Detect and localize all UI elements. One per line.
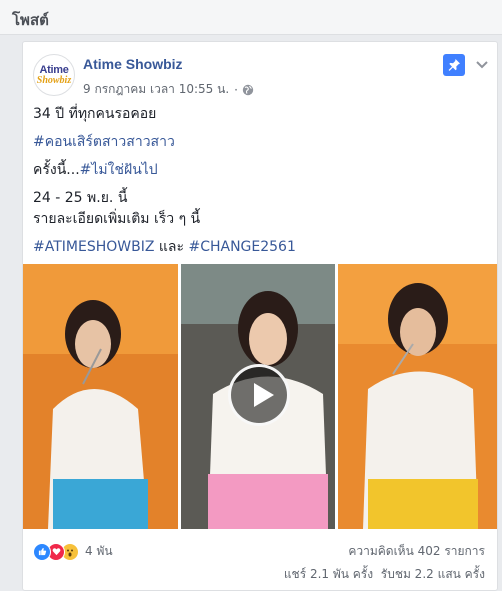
posts-section-header: โพสต์ <box>0 0 502 35</box>
post-line-5: รายละเอียดเพิ่มเติม เร็ว ๆ นี้ <box>33 211 201 227</box>
reactions-summary[interactable]: 4 พัน <box>33 542 113 561</box>
post-line-4: 24 - 25 พ.ย. นี้ <box>33 190 128 206</box>
post-meta: 9 กรกฎาคม เวลา 10:55 น. · <box>83 80 254 99</box>
video-player[interactable] <box>23 264 497 529</box>
post-card: Atime Showbiz Atime Showbiz 9 กรกฎาคม เว… <box>22 41 498 591</box>
reactions-count[interactable]: 4 พัน <box>85 542 113 561</box>
page-name-link[interactable]: Atime Showbiz <box>83 56 183 72</box>
post-and-word: และ <box>154 239 189 255</box>
globe-icon[interactable] <box>242 84 254 96</box>
views-count: รับชม 2.2 แสน ครั้ง <box>380 567 485 581</box>
avatar-logo-bottom: Showbiz <box>36 75 72 86</box>
page-avatar[interactable]: Atime Showbiz <box>33 54 75 96</box>
post-text: 34 ปี ที่ทุกคนรอคอย #คอนเสิร์ตสาวสาวสาว … <box>33 104 483 265</box>
hashtag-link[interactable]: #CHANGE2561 <box>188 239 295 255</box>
hashtag-link[interactable]: #ATIMESHOWBIZ <box>33 239 154 255</box>
meta-separator: · <box>234 82 238 97</box>
hashtag-link[interactable]: #ไม่ใช่ฝันไป <box>80 162 158 178</box>
play-icon[interactable] <box>228 364 290 426</box>
hashtag-link[interactable]: #คอนเสิร์ตสาวสาวสาว <box>33 134 175 150</box>
chevron-down-icon[interactable] <box>474 56 490 72</box>
post-timestamp[interactable]: 9 กรกฎาคม เวลา 10:55 น. <box>83 80 229 99</box>
comments-count-link[interactable]: ความคิดเห็น 402 รายการ <box>348 542 485 561</box>
post-line-1: 34 ปี ที่ทุกคนรอคอย <box>33 106 157 122</box>
post-line-3-prefix: ครั้งนี้... <box>33 162 80 178</box>
like-reaction-icon <box>33 542 51 561</box>
pin-icon[interactable] <box>443 54 465 76</box>
share-views-summary: แชร์ 2.1 พัน ครั้ง รับชม 2.2 แสน ครั้ง <box>284 565 485 584</box>
shares-count-link[interactable]: แชร์ 2.1 พัน ครั้ง <box>284 567 373 581</box>
section-title: โพสต์ <box>12 11 49 29</box>
